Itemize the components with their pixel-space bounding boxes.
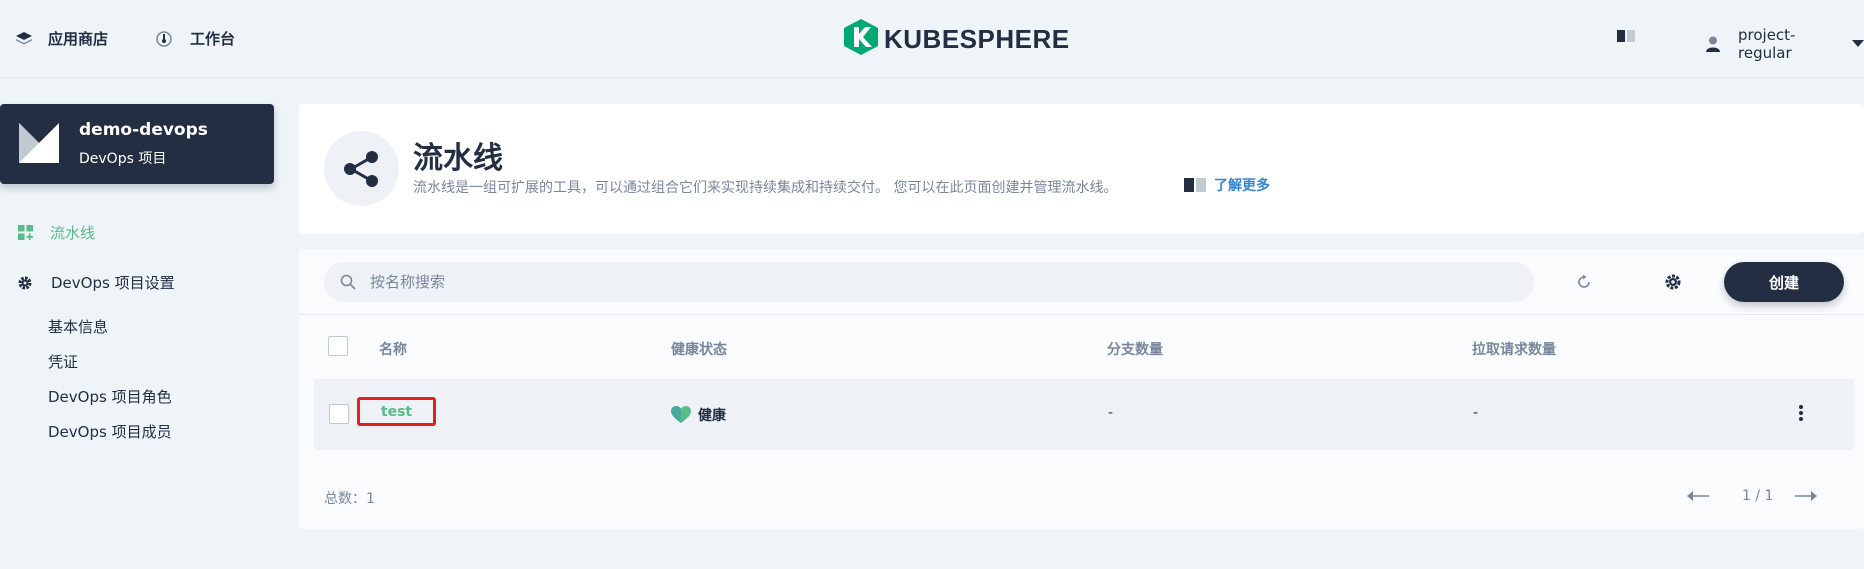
sidebar-item-devops-settings[interactable]: DevOps 项目设置 — [17, 272, 175, 293]
app-store-link[interactable]: 应用商店 — [16, 28, 108, 49]
checkbox-box[interactable] — [328, 336, 348, 356]
user-menu[interactable]: project-regular — [1706, 26, 1864, 62]
learn-more-label: 了解更多 — [1214, 178, 1270, 194]
grid-plus-icon — [18, 225, 33, 240]
workbench-icon — [156, 30, 172, 47]
learn-more-link[interactable]: 了解更多 — [1184, 175, 1270, 195]
sidebar-sub-project-members[interactable]: DevOps 项目成员 — [48, 421, 172, 442]
pipeline-name-link[interactable]: test — [357, 397, 436, 426]
next-page-button[interactable] — [1795, 490, 1818, 502]
row-checkbox[interactable] — [329, 404, 349, 424]
column-header-name[interactable]: 名称 — [379, 339, 407, 359]
search-input[interactable] — [370, 273, 1470, 291]
sidebar-sub-project-roles[interactable]: DevOps 项目角色 — [48, 386, 172, 407]
pagination: 1 / 1 — [1687, 488, 1818, 504]
select-all-checkbox[interactable] — [328, 336, 348, 356]
sidebar-sub-basic-info[interactable]: 基本信息 — [48, 316, 108, 337]
workbench-link[interactable]: 工作台 — [156, 28, 235, 49]
app-store-icon — [16, 31, 32, 46]
total-count: 总数：1 — [324, 491, 375, 507]
search-icon — [340, 274, 356, 290]
refresh-icon — [1576, 274, 1592, 290]
app-store-label: 应用商店 — [48, 30, 109, 48]
sidebar-sub-credentials[interactable]: 凭证 — [48, 351, 78, 372]
row-more-button[interactable] — [1786, 398, 1816, 428]
health-status: 健康 — [671, 405, 726, 425]
caret-down-icon — [1852, 40, 1864, 48]
project-name: demo-devops — [79, 120, 208, 140]
pipeline-share-icon — [324, 131, 399, 206]
branch-count: - — [1108, 405, 1114, 421]
pull-request-count: - — [1473, 405, 1479, 421]
more-vertical-icon — [1799, 405, 1803, 421]
username-label: project-regular — [1738, 26, 1796, 62]
project-avatar-icon — [19, 123, 59, 167]
heart-icon — [671, 406, 691, 424]
arrow-left-icon — [1687, 490, 1709, 502]
sidebar-item-pipelines[interactable]: 流水线 — [18, 222, 95, 243]
kubesphere-logo[interactable]: KUBESPHERE — [844, 19, 1070, 59]
checkbox-box[interactable] — [329, 404, 349, 424]
gear-icon — [17, 275, 33, 291]
page-description: 流水线是一组可扩展的工具，可以通过组合它们来实现持续集成和持续交付。 您可以在此… — [413, 180, 1118, 196]
page-indicator: 1 / 1 — [1742, 488, 1774, 504]
logo-text: KUBESPHERE — [884, 23, 1070, 54]
user-avatar-icon — [1706, 36, 1720, 52]
table-row[interactable] — [314, 379, 1854, 450]
sidebar-item-label: DevOps 项目设置 — [51, 274, 175, 292]
arrow-right-icon — [1795, 490, 1818, 502]
prev-page-button[interactable] — [1687, 490, 1709, 502]
page-title: 流水线 — [413, 141, 503, 176]
column-header-pull-requests[interactable]: 拉取请求数量 — [1472, 339, 1556, 359]
workbench-label: 工作台 — [190, 30, 236, 48]
book-icon — [1184, 177, 1206, 193]
refresh-button[interactable] — [1564, 262, 1604, 302]
sidebar-item-label: 流水线 — [50, 224, 96, 242]
project-type: DevOps 项目 — [79, 151, 167, 167]
page-banner — [299, 104, 1864, 234]
docs-book-button[interactable] — [1617, 28, 1635, 47]
create-button[interactable]: 创建 — [1724, 262, 1844, 302]
column-header-health[interactable]: 健康状态 — [671, 339, 727, 359]
column-header-branches[interactable]: 分支数量 — [1107, 339, 1163, 359]
health-label: 健康 — [698, 408, 726, 424]
kubesphere-logo-icon — [844, 19, 878, 59]
table-settings-button[interactable] — [1653, 262, 1693, 302]
gear-icon — [1664, 273, 1682, 291]
book-icon — [1617, 28, 1635, 47]
search-bar[interactable] — [324, 262, 1534, 302]
